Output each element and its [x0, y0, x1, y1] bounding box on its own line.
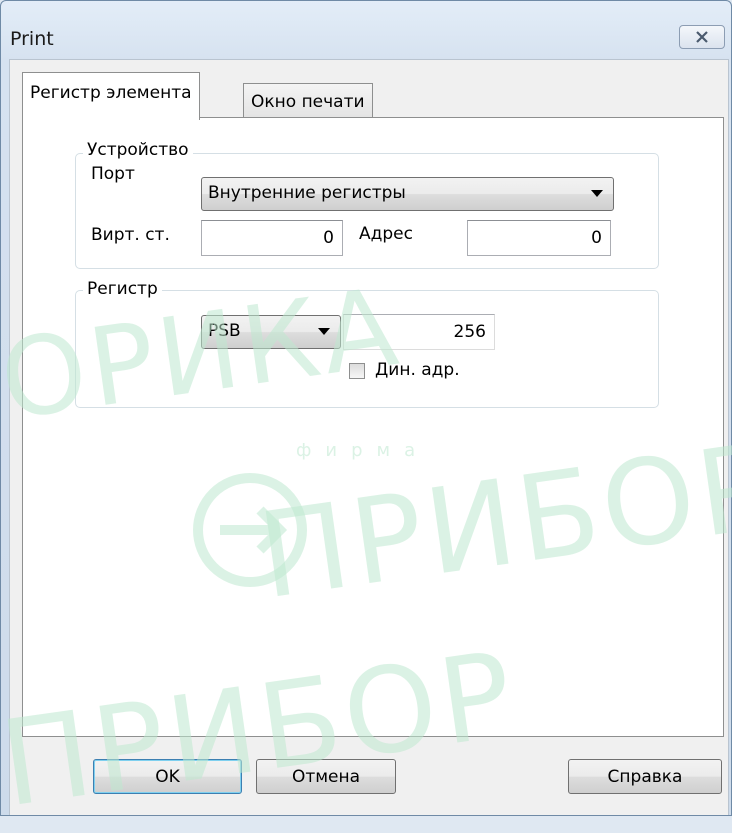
cancel-button[interactable]: Отмена: [256, 759, 396, 794]
tab-print-window[interactable]: Окно печати: [243, 83, 373, 119]
address-field[interactable]: 0: [467, 220, 611, 256]
window-title: Print: [10, 28, 54, 50]
register-number-field[interactable]: 256: [343, 314, 495, 350]
help-button[interactable]: Справка: [568, 759, 722, 794]
address-label: Адрес: [359, 224, 413, 244]
virt-station-label: Вирт. ст.: [91, 225, 170, 245]
register-group-label: Регистр: [83, 279, 162, 299]
port-select[interactable]: Внутренние регистры: [201, 177, 614, 211]
register-type-select[interactable]: PSB: [201, 315, 341, 349]
ok-button-label: OK: [155, 766, 180, 787]
close-icon: [696, 31, 708, 43]
tab-label: Регистр элемента: [30, 83, 192, 103]
tab-panel: Устройство Порт Внутренние регистры Вирт…: [22, 117, 724, 737]
register-type-value: PSB: [208, 321, 241, 341]
chevron-down-icon: [318, 328, 330, 335]
tab-label: Окно печати: [251, 91, 365, 112]
tab-register-element[interactable]: Регистр элемента: [22, 72, 200, 120]
device-group-label: Устройство: [83, 140, 193, 160]
close-button[interactable]: [679, 25, 725, 49]
chevron-down-icon: [591, 190, 603, 197]
port-label: Порт: [91, 164, 135, 184]
virt-station-field[interactable]: 0: [201, 220, 343, 256]
dynamic-address-label: Дин. адр.: [375, 360, 460, 380]
dynamic-address-checkbox[interactable]: [349, 363, 365, 379]
title-bar[interactable]: Print: [1, 1, 731, 61]
cancel-button-label: Отмена: [291, 766, 361, 787]
help-button-label: Справка: [607, 766, 683, 787]
port-select-value: Внутренние регистры: [208, 183, 406, 203]
ok-button[interactable]: OK: [93, 759, 242, 794]
